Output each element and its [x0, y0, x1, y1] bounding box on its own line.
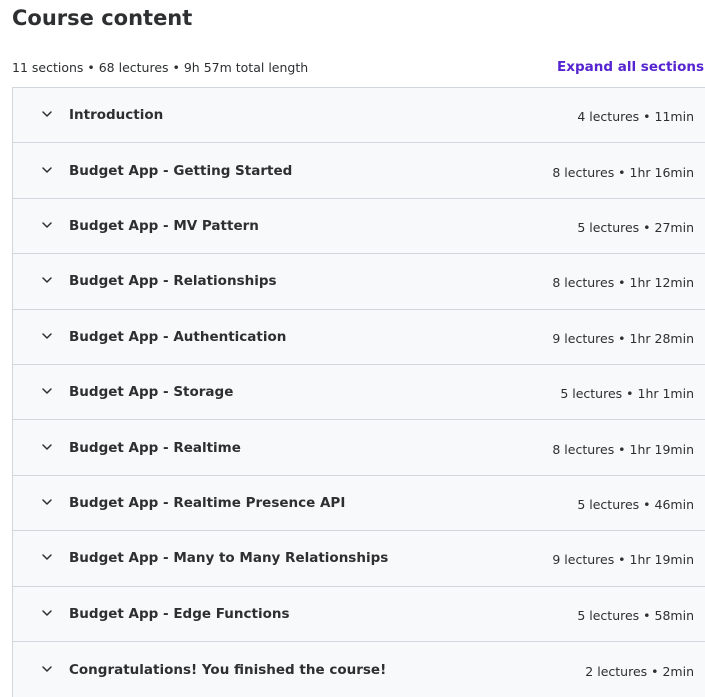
- section-row[interactable]: Budget App - Storage 5 lectures • 1hr 1mi…: [13, 364, 705, 421]
- section-meta: 4 lectures • 11min: [577, 109, 694, 125]
- section-meta: 9 lectures • 1hr 19min: [552, 552, 694, 568]
- chevron-down-icon: [41, 441, 53, 453]
- section-title: Budget App - Realtime Presence API: [69, 494, 346, 511]
- chevron-down-icon: [41, 219, 53, 231]
- section-title: Budget App - Realtime: [69, 439, 241, 456]
- section-row[interactable]: Budget App - Authentication 9 lectures • …: [13, 309, 705, 365]
- chevron-down-icon: [41, 607, 53, 619]
- section-meta: 5 lectures • 58min: [577, 607, 694, 623]
- chevron-down-icon: [41, 164, 53, 176]
- section-meta: 5 lectures • 1hr 1min: [560, 386, 694, 402]
- section-meta: 5 lectures • 46min: [577, 496, 694, 512]
- course-summary: 11 sections • 68 lectures • 9h 57m total…: [12, 60, 309, 75]
- section-title: Budget App - MV Pattern: [69, 217, 259, 234]
- section-row[interactable]: Budget App - Getting Started 8 lectures •…: [13, 143, 705, 199]
- chevron-down-icon: [41, 274, 53, 286]
- section-meta: 8 lectures • 1hr 12min: [552, 275, 694, 291]
- chevron-down-icon: [41, 551, 53, 563]
- section-row[interactable]: Budget App - Realtime Presence API 5 lect…: [13, 475, 705, 532]
- section-title: Budget App - Relationships: [69, 273, 277, 290]
- section-meta: 8 lectures • 1hr 19min: [552, 441, 694, 457]
- section-title: Budget App - Many to Many Relationships: [69, 550, 389, 567]
- section-list: Introduction 4 lectures • 11min Budget App…: [12, 87, 705, 697]
- chevron-down-icon: [41, 108, 53, 120]
- section-row[interactable]: Budget App - Many to Many Relationships 9…: [13, 531, 705, 587]
- chevron-down-icon: [41, 330, 53, 342]
- course-summary-row: 11 sections • 68 lectures • 9h 57m total…: [12, 58, 705, 78]
- expand-all-sections-button[interactable]: Expand all sections: [557, 58, 704, 76]
- section-row[interactable]: Budget App - Relationships 8 lectures • 1…: [13, 254, 705, 310]
- page-title: Course content: [12, 6, 193, 30]
- section-row[interactable]: Budget App - MV Pattern 5 lectures • 27mi…: [13, 198, 705, 255]
- section-row[interactable]: Introduction 4 lectures • 11min: [13, 88, 705, 144]
- section-row[interactable]: Congratulations! You finished the course…: [13, 641, 705, 697]
- section-meta: 5 lectures • 27min: [577, 219, 694, 235]
- section-row[interactable]: Budget App - Edge Functions 5 lectures • …: [13, 586, 705, 642]
- section-title: Budget App - Authentication: [69, 328, 287, 345]
- section-title: Congratulations! You finished the course…: [69, 661, 387, 678]
- section-title: Budget App - Storage: [69, 384, 234, 401]
- chevron-down-icon: [41, 496, 53, 508]
- course-content-panel: Course content 11 sections • 68 lectures…: [0, 0, 705, 697]
- section-title: Introduction: [69, 107, 164, 124]
- section-meta: 9 lectures • 1hr 28min: [552, 330, 694, 346]
- section-row[interactable]: Budget App - Realtime 8 lectures • 1hr 19…: [13, 420, 705, 476]
- section-title: Budget App - Getting Started: [69, 162, 293, 179]
- section-title: Budget App - Edge Functions: [69, 605, 290, 622]
- chevron-down-icon: [41, 663, 53, 675]
- section-meta: 8 lectures • 1hr 16min: [552, 164, 694, 180]
- section-meta: 2 lectures • 2min: [585, 663, 694, 679]
- chevron-down-icon: [41, 385, 53, 397]
